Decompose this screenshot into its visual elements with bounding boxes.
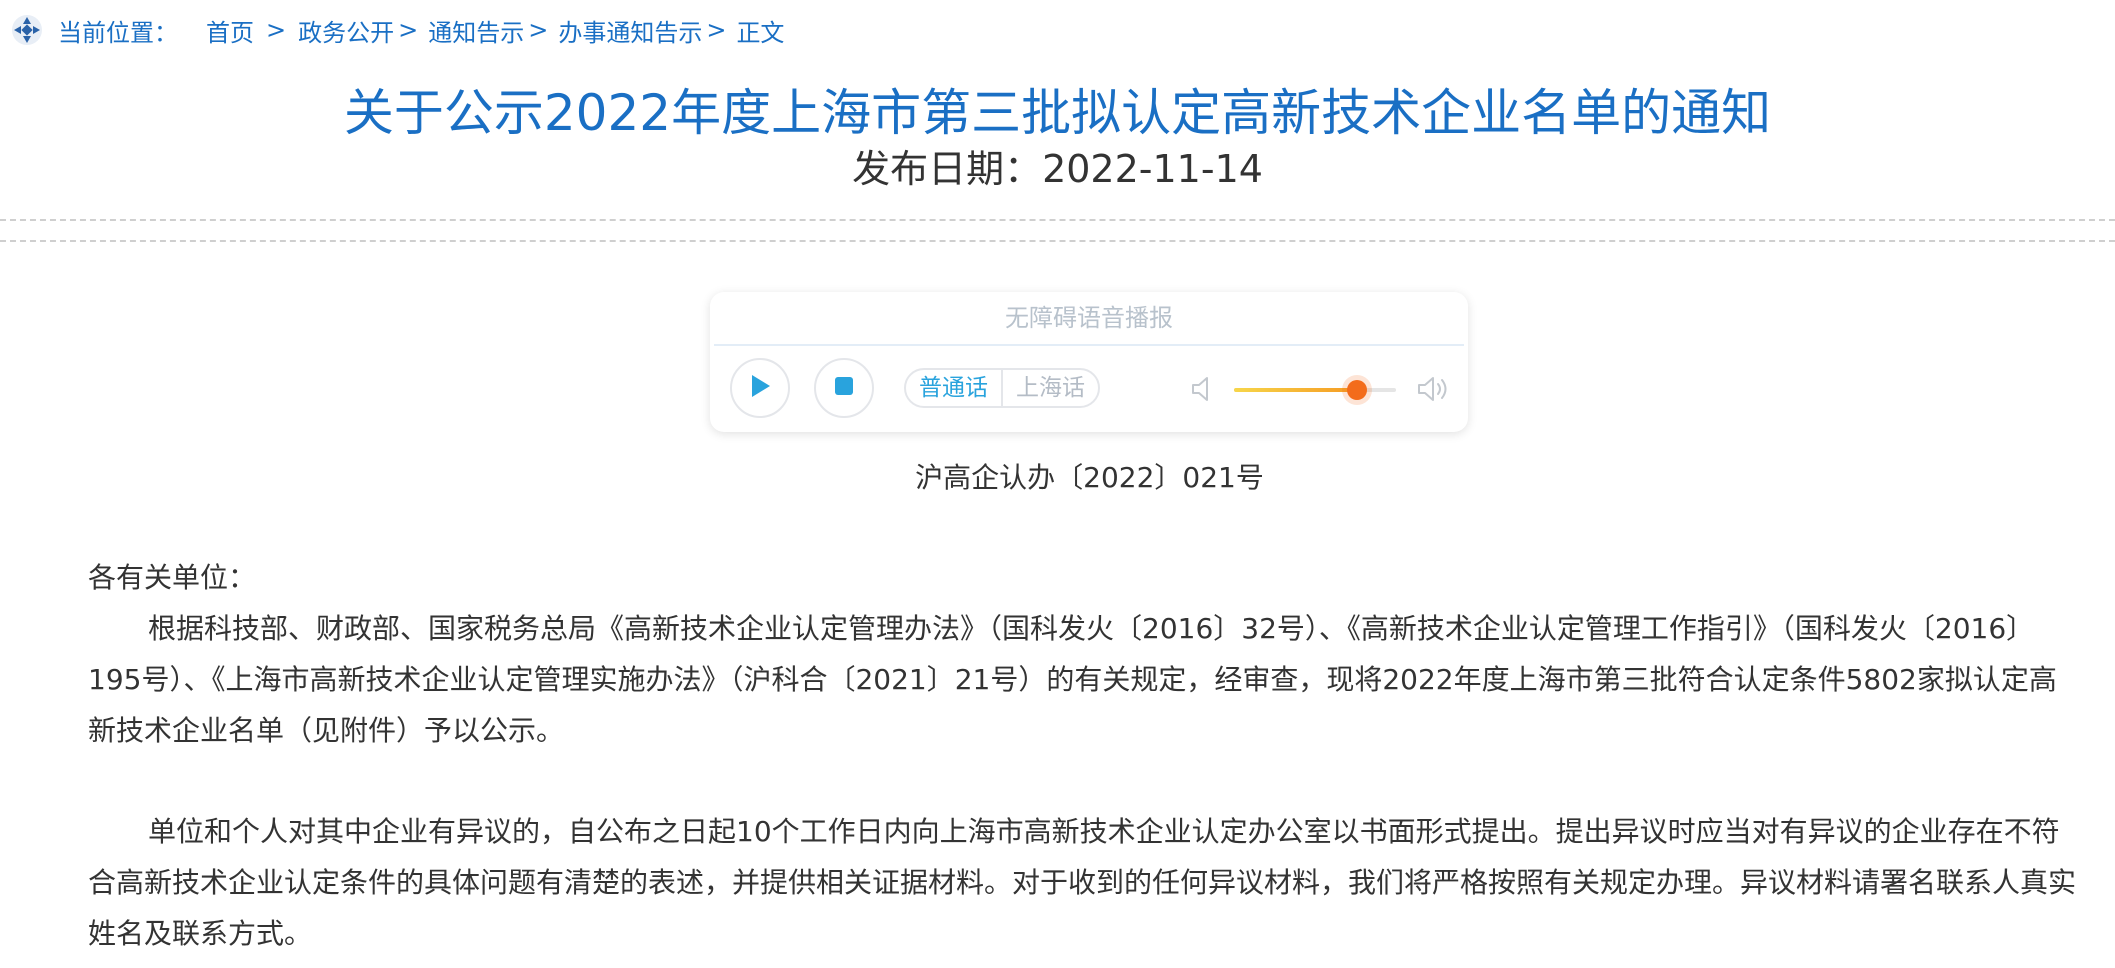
paragraph: 根据科技部、财政部、国家税务总局《高新技术企业认定管理办法》（国科发火〔2016… (88, 612, 2057, 747)
paragraph: 单位和个人对其中企业有异议的，自公布之日起10个工作日内向上海市高新技术企业认定… (88, 815, 2077, 950)
breadcrumb-separator: > (528, 16, 549, 44)
breadcrumb-notices[interactable]: 通知告示 (428, 13, 524, 48)
stop-icon (834, 376, 854, 400)
volume-low-icon[interactable] (1190, 374, 1218, 404)
play-button[interactable] (730, 358, 790, 418)
publish-date: 发布日期：2022-11-14 (852, 147, 1263, 191)
volume-slider[interactable] (1234, 380, 1396, 400)
breadcrumb-home[interactable]: 首页 (206, 13, 254, 48)
volume-high-icon[interactable] (1416, 374, 1452, 404)
location-icon (10, 13, 44, 47)
breadcrumb: 当前位置： 首页 > 政务公开 > 通知告示 > 办事通知告示 > 正文 (10, 10, 784, 50)
divider (0, 219, 2115, 221)
language-option-mandarin[interactable]: 普通话 (906, 370, 1001, 406)
play-icon (748, 373, 772, 403)
accessible-audio-player: 无障碍语音播报 普通话 上海话 (710, 292, 1468, 432)
salutation: 各有关单位： (88, 561, 257, 594)
breadcrumb-service-notices[interactable]: 办事通知告示 (558, 13, 702, 48)
page-title: 关于公示2022年度上海市第三批拟认定高新技术企业名单的通知 (343, 84, 1772, 142)
volume-slider-fill (1234, 388, 1358, 392)
player-title: 无障碍语音播报 (714, 292, 1464, 346)
breadcrumb-current[interactable]: 正文 (736, 13, 784, 48)
language-toggle: 普通话 上海话 (904, 368, 1100, 408)
breadcrumb-separator: > (706, 16, 727, 44)
breadcrumb-separator: > (266, 16, 287, 44)
article-body: 各有关单位： 根据科技部、财政部、国家税务总局《高新技术企业认定管理办法》（国科… (88, 552, 2080, 959)
divider (0, 240, 2115, 242)
stop-button[interactable] (814, 358, 874, 418)
breadcrumb-label: 当前位置： (58, 18, 178, 47)
volume-slider-knob[interactable] (1347, 380, 1368, 400)
breadcrumb-gov-affairs[interactable]: 政务公开 (298, 13, 394, 48)
language-option-shanghainese[interactable]: 上海话 (1001, 370, 1098, 406)
breadcrumb-separator: > (398, 16, 419, 44)
document-number: 沪高企认办〔2022〕021号 (915, 461, 1264, 494)
